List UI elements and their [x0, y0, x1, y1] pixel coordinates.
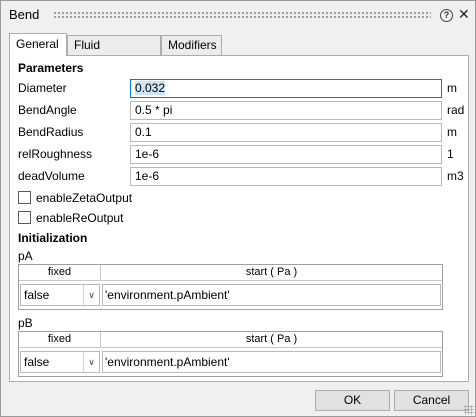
cancel-label: Cancel [412, 393, 451, 407]
rel-roughness-unit: 1 [447, 147, 454, 161]
pa-start-input[interactable]: 'environment.pAmbient' [102, 284, 441, 306]
chevron-down-icon[interactable]: ∨ [83, 285, 99, 305]
chevron-down-icon[interactable]: ∨ [83, 352, 99, 372]
bend-dialog: Bend ? ✕ General Fluid Properties Modifi… [0, 0, 476, 417]
bend-radius-input[interactable]: 0.1 [130, 123, 442, 142]
tab-fluid-properties[interactable]: Fluid Properties [67, 35, 161, 70]
tab-modifiers[interactable]: Modifiers [161, 35, 222, 55]
bend-angle-label: BendAngle [18, 103, 77, 117]
pb-fixed-value: false [24, 355, 50, 369]
bend-radius-label: BendRadius [18, 125, 84, 139]
cancel-button[interactable]: Cancel [394, 390, 469, 411]
pb-fixed-select[interactable]: false ∨ [20, 351, 100, 373]
diameter-input[interactable]: 0.032 [130, 79, 442, 98]
pa-label: pA [18, 249, 33, 263]
diameter-unit: m [447, 81, 457, 95]
pb-label: pB [18, 316, 33, 330]
close-icon[interactable]: ✕ [458, 6, 470, 23]
bend-angle-input[interactable]: 0.5 * pi [130, 101, 442, 120]
enable-re-output-label: enableReOutput [36, 211, 124, 225]
pb-fixed-header: fixed [19, 332, 101, 348]
window-title: Bend [9, 7, 40, 22]
resize-grip[interactable] [464, 405, 474, 415]
title-bar[interactable]: Bend ? ✕ [1, 1, 475, 29]
rel-roughness-label: relRoughness [18, 147, 93, 161]
rel-roughness-input[interactable]: 1e-6 [130, 145, 442, 164]
pa-start-header: start ( Pa ) [101, 265, 442, 281]
pb-start-header: start ( Pa ) [101, 332, 442, 348]
ok-button[interactable]: OK [315, 390, 390, 411]
help-icon[interactable]: ? [440, 9, 453, 22]
diameter-value: 0.032 [135, 81, 166, 95]
dead-volume-unit: m3 [447, 169, 464, 183]
bend-angle-unit: rad [447, 103, 465, 117]
tab-general[interactable]: General [9, 33, 67, 56]
pa-fixed-header: fixed [19, 265, 101, 281]
initialization-heading: Initialization [18, 231, 88, 245]
parameters-heading: Parameters [18, 61, 84, 75]
pa-fixed-value: false [24, 288, 50, 302]
bend-radius-unit: m [447, 125, 457, 139]
pb-table: fixed start ( Pa ) false ∨ 'environment.… [18, 331, 443, 377]
enable-re-output-checkbox[interactable] [18, 211, 31, 224]
general-panel: Parameters Diameter 0.032 m BendAngle 0.… [9, 55, 469, 382]
enable-zeta-output-checkbox[interactable] [18, 191, 31, 204]
ok-label: OK [343, 393, 362, 407]
dead-volume-label: deadVolume [18, 169, 85, 183]
dead-volume-input[interactable]: 1e-6 [130, 167, 442, 186]
pa-table: fixed start ( Pa ) false ∨ 'environment.… [18, 264, 443, 310]
diameter-label: Diameter [18, 81, 67, 95]
pa-fixed-select[interactable]: false ∨ [20, 284, 100, 306]
drag-handle[interactable] [53, 11, 431, 19]
pb-start-input[interactable]: 'environment.pAmbient' [102, 351, 441, 373]
enable-zeta-output-label: enableZetaOutput [36, 191, 133, 205]
